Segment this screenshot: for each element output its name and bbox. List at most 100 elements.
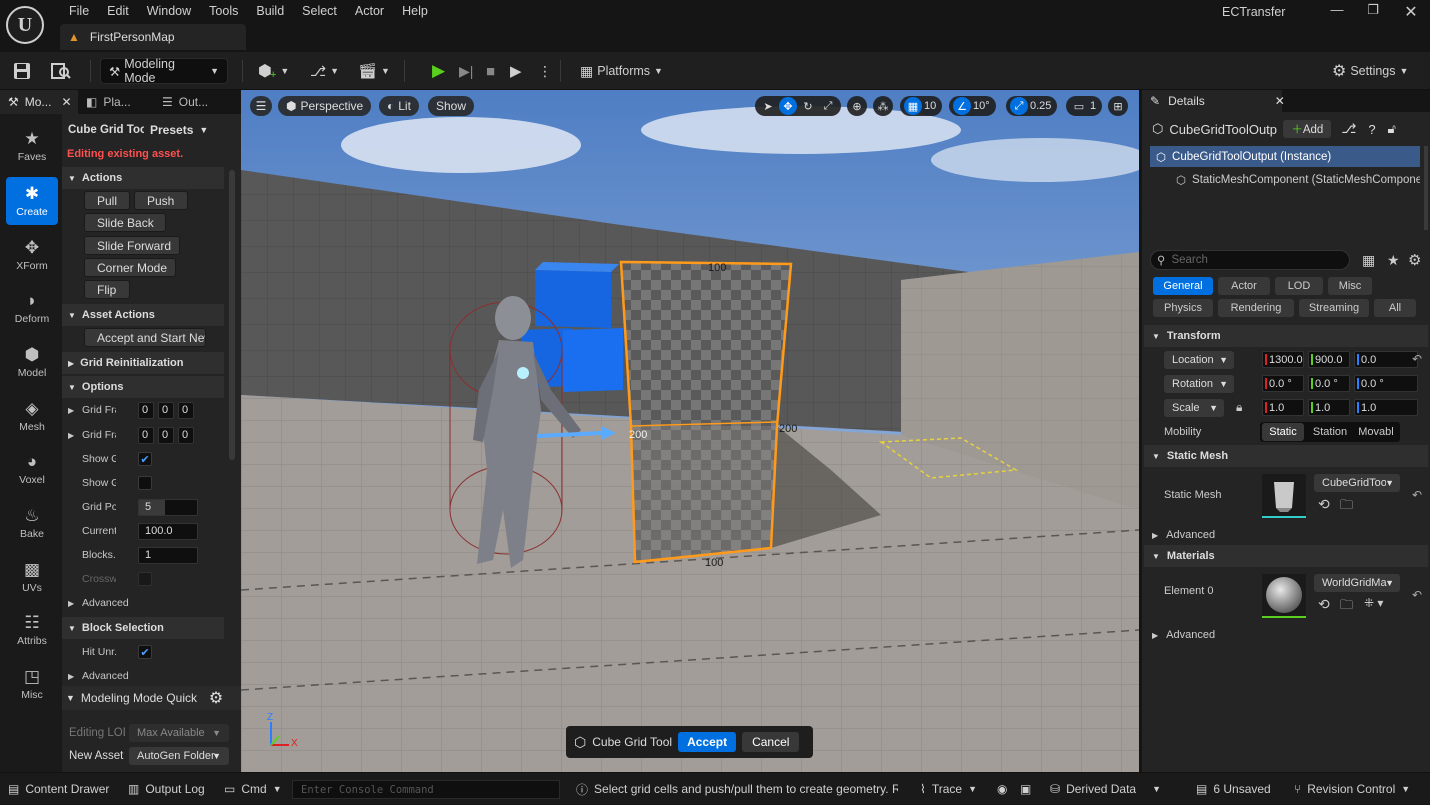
tab-place[interactable]: ◧ Pla... <box>78 90 154 114</box>
rotation-x-field[interactable]: 0.0 ° <box>1262 375 1304 392</box>
quick-settings-header[interactable]: ▼ Modeling Mode Quick Settings ⚙ <box>62 686 241 710</box>
menu-help[interactable]: Help <box>393 3 437 19</box>
world-local-toggle[interactable]: ⊕ <box>847 96 867 116</box>
cinematics-button[interactable]: 🎬︎ ▼ <box>358 58 390 84</box>
blueprint-button[interactable]: ⎇ ▼ <box>310 58 339 84</box>
record-button[interactable]: ◉ <box>997 773 1007 805</box>
material-thumbnail[interactable] <box>1262 574 1306 618</box>
static-mesh-picker[interactable]: CubeGridTool ▼ <box>1314 474 1400 492</box>
options-advanced-row[interactable]: ▶ Advanced <box>62 592 224 614</box>
filter-actor[interactable]: Actor <box>1218 277 1270 295</box>
accept-button[interactable]: Accept <box>678 732 737 752</box>
minimize-icon[interactable]: — <box>1322 2 1352 20</box>
show-button[interactable]: Show <box>428 96 475 116</box>
category-uvs[interactable]: ▩ UVs <box>6 553 58 601</box>
use-selected-icon[interactable]: ⟲ <box>1318 596 1330 613</box>
camera-speed-group[interactable]: ▭ 1 <box>1066 96 1103 116</box>
menu-window[interactable]: Window <box>138 3 200 19</box>
category-mesh[interactable]: ◈ Mesh <box>6 392 58 440</box>
mobility-stationary[interactable]: Station <box>1306 423 1354 441</box>
mobility-movable[interactable]: Movabl <box>1354 423 1398 441</box>
rotation-dropdown[interactable]: Rotation ▼ <box>1164 375 1234 393</box>
unsaved-button[interactable]: ▤ 6 Unsaved <box>1196 773 1271 805</box>
filter-misc[interactable]: Misc <box>1328 277 1372 295</box>
grid-snap-group[interactable]: ▦ 10 <box>900 96 943 116</box>
rotation-snap-group[interactable]: ∠ 10° <box>949 96 996 116</box>
scale-y-field[interactable]: 1.0 <box>1308 399 1350 416</box>
category-bake[interactable]: ♨ Bake <box>6 499 58 547</box>
menu-select[interactable]: Select <box>293 3 346 19</box>
category-attribs[interactable]: ☷ Attribs <box>6 606 58 654</box>
grid-frame-x-field[interactable]: 0 <box>138 426 154 444</box>
scale-icon[interactable]: ⤢ <box>819 97 837 115</box>
platforms-button[interactable]: ▦ Platforms ▼ <box>580 58 663 84</box>
unreal-logo-icon[interactable]: U <box>6 6 44 44</box>
lock-icon[interactable]: 🔒︎ <box>1236 400 1242 415</box>
surface-snap-toggle[interactable]: ⁂ <box>873 96 893 116</box>
tool-panel-scrollbar[interactable] <box>229 170 235 460</box>
gear-icon[interactable]: ⚙ <box>1408 251 1421 269</box>
lock-icon[interactable]: 🔓︎ <box>1388 121 1396 137</box>
push-button[interactable]: Push <box>134 191 188 210</box>
category-deform[interactable]: ◗ Deform <box>6 284 58 332</box>
editing-lod-dropdown[interactable]: Max Available ▼ <box>129 724 229 742</box>
material-picker[interactable]: WorldGridMa ▼ <box>1314 574 1400 592</box>
mode-selector[interactable]: ⚒ Modeling Mode ▼ <box>100 57 228 85</box>
category-xform[interactable]: ✥ XForm <box>6 231 58 279</box>
scale-z-field[interactable]: 1.0 <box>1354 399 1418 416</box>
save-icon[interactable] <box>12 58 32 84</box>
cmd-dropdown[interactable]: ▭ Cmd ▼ <box>224 773 282 805</box>
menu-file[interactable]: File <box>60 3 98 19</box>
scale-snap-group[interactable]: ⤢ 0.25 <box>1006 96 1058 116</box>
rotation-y-field[interactable]: 0.0 ° <box>1308 375 1350 392</box>
category-create[interactable]: ✱ Create <box>6 177 58 225</box>
category-faves[interactable]: ★ Faves <box>6 122 58 170</box>
section-transform[interactable]: ▼ Transform <box>1144 325 1428 347</box>
pull-button[interactable]: Pull <box>84 191 130 210</box>
stop-button[interactable]: ■ <box>486 58 495 84</box>
star-icon[interactable]: ★ <box>1387 252 1400 269</box>
translate-icon[interactable]: ✥ <box>779 97 797 115</box>
category-misc[interactable]: ◳ Misc <box>6 660 58 708</box>
launch-button[interactable]: ▶ <box>510 58 522 84</box>
use-selected-icon[interactable]: ⟲ <box>1318 496 1330 513</box>
reset-mesh-icon[interactable]: ↶ <box>1412 488 1422 502</box>
accept-start-new-button[interactable]: Accept and Start New <box>84 328 206 347</box>
reset-material-icon[interactable]: ↶ <box>1412 588 1422 602</box>
scale-dropdown[interactable]: Scale ▼ <box>1164 399 1224 417</box>
menu-tools[interactable]: Tools <box>200 3 247 19</box>
filter-general[interactable]: General <box>1153 277 1213 295</box>
section-grid-reinit[interactable]: ▶ Grid Reinitialization <box>62 352 224 374</box>
restore-icon[interactable]: ❐ <box>1358 2 1388 20</box>
category-model[interactable]: ⬢ Model <box>6 338 58 386</box>
add-actor-button[interactable]: ⬢ + ▼ <box>258 58 289 84</box>
menu-build[interactable]: Build <box>247 3 293 19</box>
level-viewport[interactable]: 100 200 200 100 X Z ☰ ⬢ Perspective ◐ Lit … <box>241 90 1139 772</box>
grid-frame-z-field[interactable]: 0 <box>178 401 194 419</box>
filter-physics[interactable]: Physics <box>1153 299 1213 317</box>
menu-actor[interactable]: Actor <box>346 3 393 19</box>
tab-details[interactable]: ✎ Details ✕ <box>1142 90 1285 112</box>
new-asset-dropdown[interactable]: AutoGen Folder ▼ <box>129 747 229 765</box>
show-grid-checkbox[interactable]: ✔ <box>138 452 152 466</box>
tree-scrollbar[interactable] <box>1424 146 1428 230</box>
browse-icon[interactable] <box>50 58 72 84</box>
browse-asset-icon[interactable]: 🗀︎ <box>1340 496 1353 518</box>
close-icon[interactable]: ✕ <box>1275 94 1285 108</box>
output-log-button[interactable]: ▥ Output Log <box>128 773 205 805</box>
level-tab[interactable]: ▲ FirstPersonMap <box>60 24 246 50</box>
viewport-options-button[interactable]: ☰ <box>250 96 272 116</box>
category-voxel[interactable]: ◕ Voxel <box>6 445 58 493</box>
static-mesh-thumbnail[interactable] <box>1262 474 1306 518</box>
maximize-viewport-button[interactable]: ⊞ <box>1108 96 1128 116</box>
browse-asset-icon[interactable]: 🗀︎ <box>1340 596 1353 618</box>
filter-all[interactable]: All <box>1374 299 1416 317</box>
rotate-icon[interactable]: ↻ <box>799 97 817 115</box>
section-options[interactable]: ▼ Options <box>62 376 224 398</box>
static-mesh-advanced-row[interactable]: ▶ Advanced <box>1152 526 1352 544</box>
tab-modes[interactable]: ⚒ Mo... ✕ <box>0 90 78 114</box>
play-options-button[interactable]: ⋮ <box>538 58 552 84</box>
slide-forward-button[interactable]: Slide Forward <box>84 236 180 255</box>
grid-frame-x-field[interactable]: 0 <box>138 401 154 419</box>
component-tree-item-instance[interactable]: ⬡ CubeGridToolOutput (Instance) <box>1150 146 1420 167</box>
